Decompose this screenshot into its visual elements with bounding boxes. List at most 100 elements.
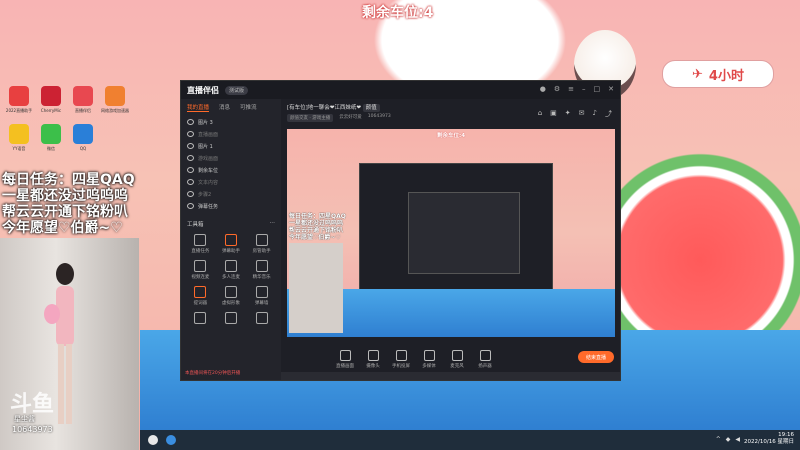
tool-label: 虚拟形象	[221, 301, 240, 306]
layer-label: 图片 1	[198, 143, 213, 150]
source-control[interactable]: 直播画面	[331, 350, 359, 369]
tool-button[interactable]: 弹幕助手	[216, 234, 247, 254]
source-label: 扬声器	[478, 364, 492, 369]
layer-item[interactable]: 剩余车位	[181, 164, 281, 176]
source-control[interactable]: 手机投屏	[387, 350, 415, 369]
tool-button[interactable]: 视频连麦	[185, 260, 216, 280]
desktop-icon[interactable]: 2022直播助手	[4, 86, 34, 114]
layer-item[interactable]: 图片 1	[181, 140, 281, 152]
maximize-icon[interactable]: □	[594, 85, 601, 93]
avatar[interactable]: ●	[540, 85, 546, 93]
share-icon[interactable]: ⤴	[605, 109, 612, 119]
tab-push[interactable]: 可推流	[240, 103, 257, 112]
tool-button[interactable]: 多人连麦	[216, 260, 247, 280]
status-bar	[281, 372, 620, 380]
stream-preview[interactable]: 剩余车位:4 每日任务：四星QAQ 一星都还没过呜呜呜 帮云云开通下铭粉叭 今年愿望♡…	[287, 129, 615, 337]
stream-title[interactable]: [有车位]地一聊会❤江西妹纸❤	[287, 105, 361, 111]
desktop-icon[interactable]: YY语音	[4, 124, 34, 152]
app-name: 直播伴侣	[187, 85, 219, 95]
source-icon	[395, 350, 407, 361]
lock-icon[interactable]: ⌂	[538, 109, 542, 119]
tab-messages[interactable]: 消息	[219, 103, 230, 112]
more-icon[interactable]: ⋯	[270, 220, 276, 228]
layer-item[interactable]: 游戏画面	[181, 152, 281, 164]
desktop-icon[interactable]: QQ	[68, 124, 98, 152]
desktop-icon[interactable]: CherryMic	[36, 86, 66, 114]
source-icon	[479, 350, 491, 361]
tab-my-live[interactable]: 我的直播	[187, 103, 210, 112]
tool-button[interactable]: 弹幕墙	[246, 286, 277, 306]
tool-label: 提词器	[193, 301, 208, 306]
start-stream-button[interactable]: 结束直播	[578, 351, 614, 363]
bell-icon[interactable]: ♪	[593, 109, 597, 119]
desktop-icon[interactable]: 微信	[36, 124, 66, 152]
eye-icon[interactable]	[187, 131, 194, 137]
clock[interactable]: 19:16 2022/10/16 星期日	[744, 432, 794, 446]
layer-item[interactable]: 弹幕任务	[181, 200, 281, 212]
tool-button[interactable]	[185, 312, 216, 326]
clock-date: 2022/10/16 星期日	[744, 439, 794, 445]
tool-icon	[224, 234, 237, 246]
app-version-badge[interactable]: 测试版	[225, 85, 249, 95]
source-label: 摄像头	[366, 364, 380, 369]
desktop-icon-label: 网络游戏加速器	[101, 108, 129, 113]
eye-icon[interactable]	[187, 167, 194, 173]
app-icon	[73, 86, 93, 106]
layer-item[interactable]: 文本内容	[181, 176, 281, 188]
chrome-icon[interactable]	[148, 435, 158, 445]
tool-icon	[194, 286, 207, 298]
tool-button[interactable]: 直播任务	[185, 234, 216, 254]
stream-category: 颜值交友 · 游戏主播	[287, 114, 334, 122]
source-control[interactable]: 麦克风	[443, 350, 471, 369]
app-taskbar-icon[interactable]	[166, 435, 176, 445]
volume-icon[interactable]: ◀	[735, 436, 740, 443]
tray-arrow-icon[interactable]: ^	[716, 436, 721, 443]
camera-streamer-name: 星尘酱	[14, 415, 35, 423]
preview-task-line: 每日任务：四星QAQ	[289, 213, 346, 220]
eye-icon[interactable]	[187, 191, 194, 197]
tool-button[interactable]: 提词器	[185, 286, 216, 306]
app-icon	[73, 124, 93, 144]
layer-label: 直播画面	[198, 131, 219, 138]
tool-button[interactable]	[216, 312, 247, 326]
source-icon	[339, 350, 351, 361]
eye-icon[interactable]	[187, 203, 194, 209]
eye-icon[interactable]	[187, 155, 194, 161]
source-control[interactable]: 扬声器	[471, 350, 499, 369]
task-line: 一星都还没过呜呜呜	[2, 188, 128, 204]
minimize-icon[interactable]: –	[582, 85, 586, 93]
layer-item[interactable]: 步骤2	[181, 188, 281, 200]
gift-icon[interactable]: ✦	[565, 109, 571, 119]
task-line: 帮云云开通下铭粉叭	[2, 204, 128, 220]
tool-label: 多人连麦	[221, 275, 240, 280]
desktop-icon[interactable]: 网络游戏加速器	[100, 86, 130, 114]
tool-label: 房管助手	[252, 249, 271, 254]
app-icon	[9, 86, 29, 106]
eye-icon[interactable]	[187, 119, 194, 125]
eye-icon[interactable]	[187, 143, 194, 149]
preview-task-text: 每日任务：四星QAQ 一星都还没过呜呜呜 帮云云开通下铭粉叭 今年愿望♡伯爵~♡	[289, 213, 349, 241]
tool-button[interactable]	[246, 312, 277, 326]
mail-icon[interactable]: ✉	[579, 109, 585, 119]
desktop-icon-label: YY语音	[12, 146, 26, 151]
source-label: 麦克风	[450, 364, 464, 369]
stream-tag[interactable]: 颜值	[362, 104, 380, 112]
eye-icon[interactable]	[187, 179, 194, 185]
source-control[interactable]: 多媒体	[415, 350, 443, 369]
nested-preview-inner	[408, 192, 520, 274]
tool-button[interactable]: 房管助手	[246, 234, 277, 254]
menu-icon[interactable]: ≡	[568, 85, 574, 93]
store-icon[interactable]: ▣	[550, 109, 557, 119]
desktop-icon[interactable]: 直播伴侣	[68, 86, 98, 114]
network-icon[interactable]: ◆	[726, 436, 731, 443]
layer-label: 图片 3	[198, 119, 213, 126]
layer-item[interactable]: 直播画面	[181, 128, 281, 140]
tool-button[interactable]: 精华音乐	[246, 260, 277, 280]
source-control[interactable]: 摄像头	[359, 350, 387, 369]
layer-item[interactable]: 图片 3	[181, 116, 281, 128]
tool-button[interactable]: 虚拟形象	[216, 286, 247, 306]
streaming-app-window[interactable]: 直播伴侣 测试版 ● ⚙ ≡ – □ ✕ 我的直播 消息 可推流 图片 3 直播画…	[180, 80, 621, 381]
layer-label: 弹幕任务	[198, 203, 219, 210]
settings-icon[interactable]: ⚙	[554, 85, 560, 93]
close-icon[interactable]: ✕	[608, 85, 614, 93]
